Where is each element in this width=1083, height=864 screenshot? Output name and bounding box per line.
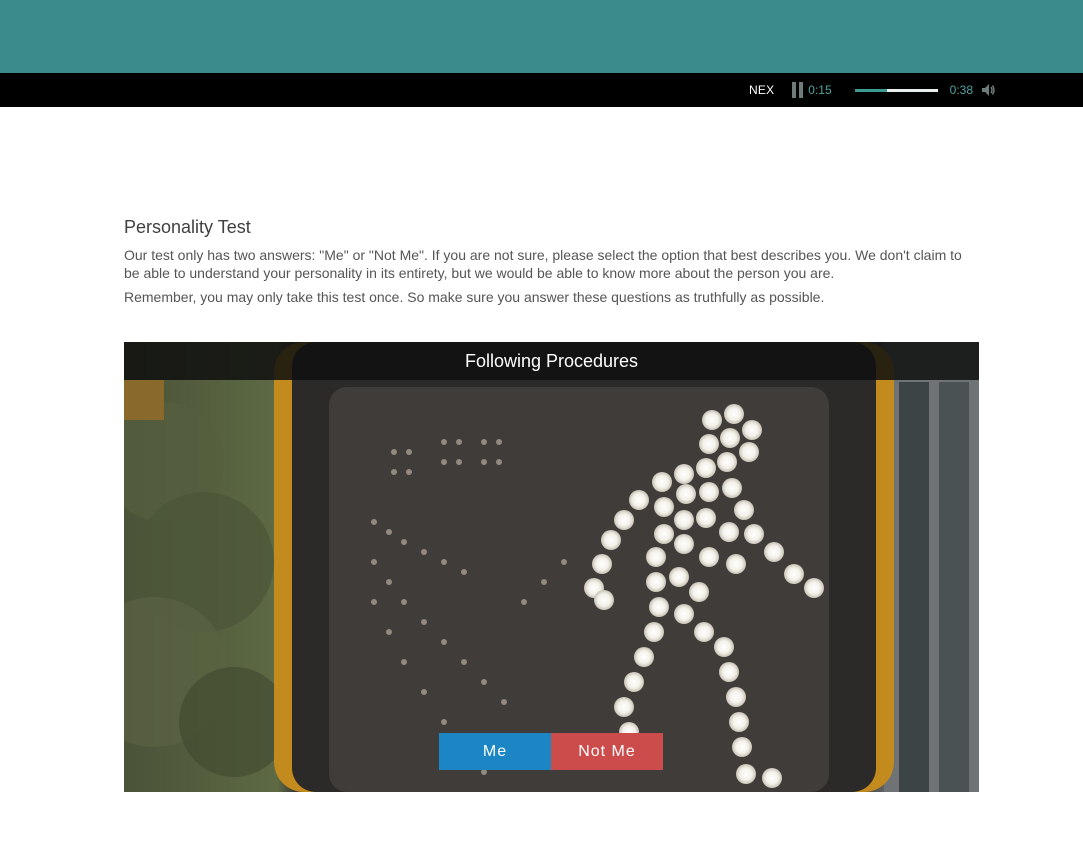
audio-player-bar: NEX 0:15 0:38	[0, 73, 1083, 107]
elapsed-time: 0:15	[808, 83, 832, 97]
reminder-paragraph: Remember, you may only take this test on…	[124, 289, 825, 305]
crosswalk-signal-image	[124, 342, 979, 792]
progress-slider[interactable]	[854, 88, 938, 92]
test-intro: Personality Test Our test only has two a…	[124, 217, 964, 312]
question-card: Following Procedures Me Not Me	[124, 342, 979, 792]
me-button[interactable]: Me	[439, 733, 551, 770]
progress-fill	[854, 88, 887, 92]
not-me-button[interactable]: Not Me	[551, 733, 663, 770]
station-label: NEX	[749, 83, 775, 97]
top-header-bar	[0, 0, 1083, 73]
audio-player: NEX 0:15 0:38	[749, 73, 996, 107]
intro-paragraph: Our test only has two answers: "Me" or "…	[124, 247, 962, 281]
page-title: Personality Test	[124, 217, 251, 237]
answer-buttons: Me Not Me	[439, 733, 663, 770]
duration-time: 0:38	[949, 83, 973, 97]
volume-icon[interactable]	[980, 82, 996, 98]
pause-icon[interactable]	[792, 82, 804, 98]
question-title: Following Procedures	[124, 342, 979, 380]
